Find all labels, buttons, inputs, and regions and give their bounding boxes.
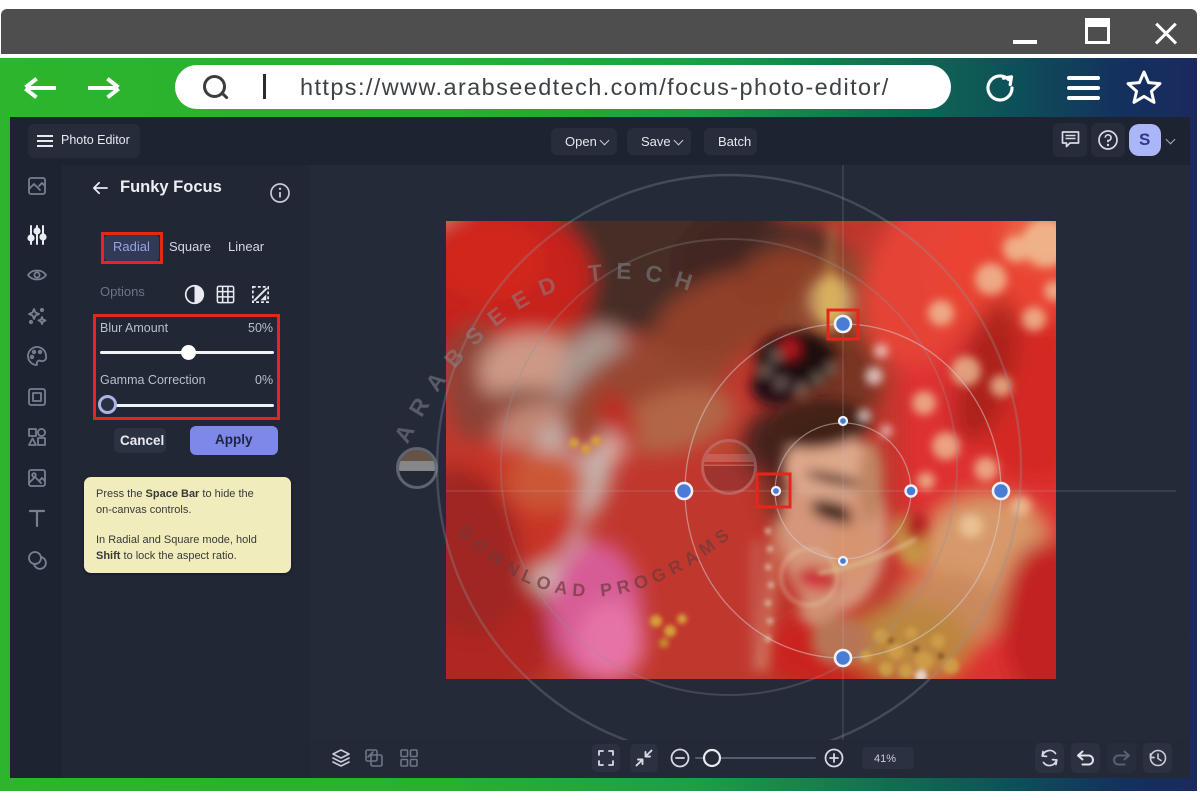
svg-text:41%: 41% bbox=[874, 753, 896, 765]
